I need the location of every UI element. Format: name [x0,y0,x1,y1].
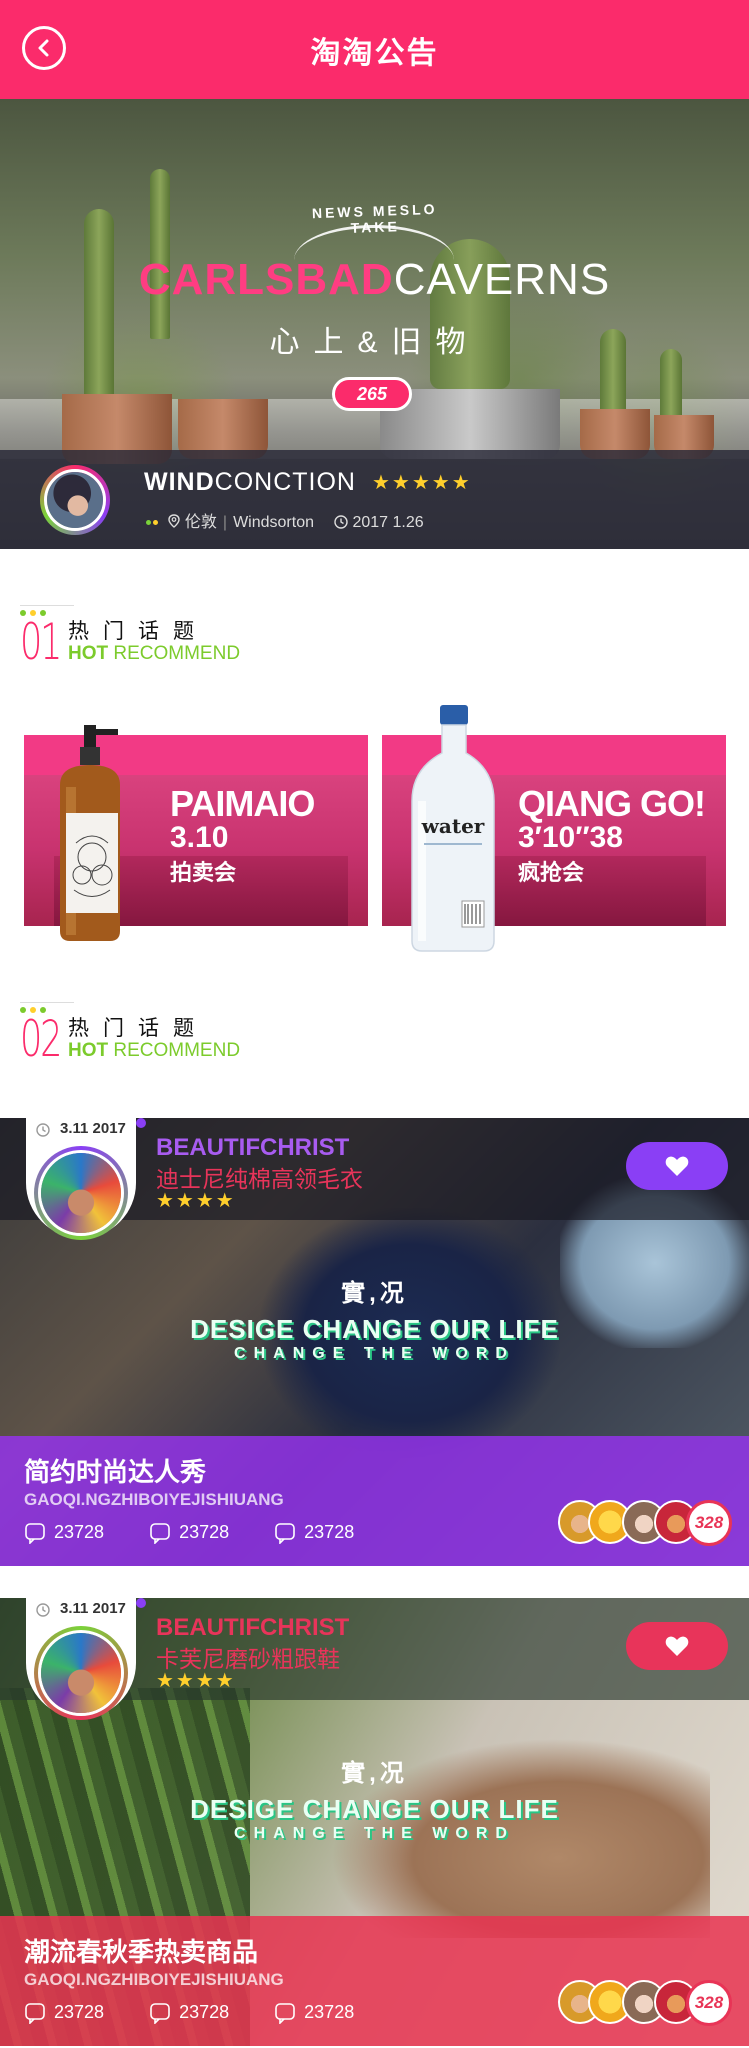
cactus-image [150,169,170,339]
like-button[interactable] [626,1622,728,1670]
author-name[interactable]: WINDCONCTION [144,468,356,497]
status-dot [146,520,151,526]
post-date: 3.11 2017 [60,1600,126,1617]
comment-icon [275,2003,295,2026]
feature-bottom-panel: 潮流春秋季热卖商品 GAOQI.NGZHIBOIYEJISHIUANG 2372… [0,1916,749,2046]
rating-stars: ★★★★★ [372,472,472,494]
product-time: 3.10 [170,821,229,854]
post-date: 3.11 2017 [60,1120,126,1137]
heart-icon [665,1636,689,1656]
water-bottle-image: water [411,705,495,952]
slogan-line-2: DESIGE CHANGE OUR LIFE [190,1314,559,1344]
clock-icon [334,515,349,529]
section-header-hot-1: 01 热门话题 HOT RECOMMEND [20,603,320,673]
like-button[interactable] [626,1142,728,1190]
product-name: QIANG GO! [518,783,706,824]
comment-icon [150,1523,170,1546]
participant-avatars[interactable]: 328 [558,1980,738,2026]
page-title: 淘淘公告 [310,37,439,70]
heart-icon [665,1156,689,1176]
section-number: 01 [20,613,62,671]
section-header-hot-2: 02 热门话题 HOT RECOMMEND [20,1000,320,1070]
feature-title: 潮流春秋季热卖商品 [24,1937,259,1967]
comment-stat[interactable]: 23728 [149,2002,229,2026]
slogan-line-1: 實,况 [341,1280,408,1307]
hero-arc-text: NEWS MESLO TAKE [311,200,438,236]
feature-stats: 23728 23728 23728 [24,2002,394,2026]
section-title: 热门话题 [68,620,208,643]
feature-bottom-panel: 简约时尚达人秀 GAOQI.NGZHIBOIYEJISHIUANG 23728 … [0,1436,749,1566]
status-dot [136,1118,146,1128]
rating-stars: ★★★★ [156,1190,236,1212]
hero-banner[interactable]: NEWS MESLO TAKE CARLSBADCAVERNS 心上&旧物 26… [0,99,749,549]
hero-count-badge: 265 [332,377,412,411]
comment-stat[interactable]: 23728 [24,1522,104,1546]
product-time: 3′10″38 [518,821,623,854]
section-subtitle: HOT RECOMMEND [68,643,241,664]
header-bar: 淘淘公告 [0,0,749,99]
product-event-label: 疯抢会 [518,860,585,885]
water-label-text: water [421,814,485,838]
product-card-text: QIANG GO! 3′10″38 疯抢会 [518,783,706,887]
product-card-text: PAIMAIO 3.10 拍卖会 [170,783,315,887]
brand-name: BEAUTIFCHRIST [156,1134,350,1161]
date-badge: 3.11 2017 [26,1118,136,1240]
author-bar: WINDCONCTION ★★★★★ 伦敦 | Windsorton 2017 1.… [0,450,749,549]
section-title: 热门话题 [68,1017,208,1040]
product-name: PAIMAIO [170,783,315,824]
participant-count: 328 [686,1500,732,1546]
slogan-line-2: DESIGE CHANGE OUR LIFE [190,1794,559,1824]
comment-icon [25,2003,45,2026]
comment-icon [275,1523,295,1546]
brand-name: BEAUTIFCHRIST [156,1614,350,1641]
avatar[interactable] [34,1626,128,1720]
clock-icon [36,1123,50,1137]
comment-stat[interactable]: 23728 [274,2002,354,2026]
feature-slogan: 實,况 DESIGE CHANGE OUR LIFE CHANGE THE WO… [0,1273,749,1363]
feature-card[interactable]: 3.11 2017 BEAUTIFCHRIST 卡芙尼磨砂粗跟鞋 ★★★★ 實,… [0,1598,749,2046]
feature-subtitle: GAOQI.NGZHIBOIYEJISHIUANG [24,1970,284,1989]
section-number: 02 [20,1010,62,1068]
comment-stat[interactable]: 23728 [24,2002,104,2026]
status-dot [136,1598,146,1608]
feature-title: 简约时尚达人秀 [24,1457,207,1487]
comment-icon [150,2003,170,2026]
amber-bottle-image [60,725,120,941]
slogan-line-3: CHANGE THE WORD [234,1825,515,1842]
feature-card[interactable]: 3.11 2017 BEAUTIFCHRIST 迪士尼纯棉高领毛衣 ★★★★ 實… [0,1118,749,1566]
hero-subtitle: 心上&旧物 [269,326,480,359]
location-pin-icon [168,514,181,528]
feature-stats: 23728 23728 23728 [24,1522,394,1546]
slogan-line-1: 實,况 [341,1760,408,1787]
feature-slogan: 實,况 DESIGE CHANGE OUR LIFE CHANGE THE WO… [0,1753,749,1843]
comment-icon [25,1523,45,1546]
product-event-label: 拍卖会 [170,860,237,885]
slogan-line-3: CHANGE THE WORD [234,1345,515,1362]
hero-title: CARLSBADCAVERNS [138,255,611,304]
clock-icon [36,1603,50,1617]
avatar[interactable] [34,1146,128,1240]
rating-stars: ★★★★ [156,1670,236,1692]
product-card-auction[interactable]: PAIMAIO 3.10 拍卖会 [24,725,368,941]
comment-stat[interactable]: 23728 [149,1522,229,1546]
comment-stat[interactable]: 23728 [274,1522,354,1546]
participant-avatars[interactable]: 328 [558,1500,738,1546]
avatar[interactable] [40,465,110,535]
feature-subtitle: GAOQI.NGZHIBOIYEJISHIUANG [24,1490,284,1509]
participant-count: 328 [686,1980,732,2026]
status-dot [153,520,158,526]
section-subtitle: HOT RECOMMEND [68,1040,241,1061]
cactus-image [84,209,114,409]
author-meta: 伦敦 | Windsorton 2017 1.26 [146,508,424,532]
date-badge: 3.11 2017 [26,1598,136,1720]
product-card-flash-sale[interactable]: water QIANG GO! 3′10″38 疯抢会 [382,705,726,952]
